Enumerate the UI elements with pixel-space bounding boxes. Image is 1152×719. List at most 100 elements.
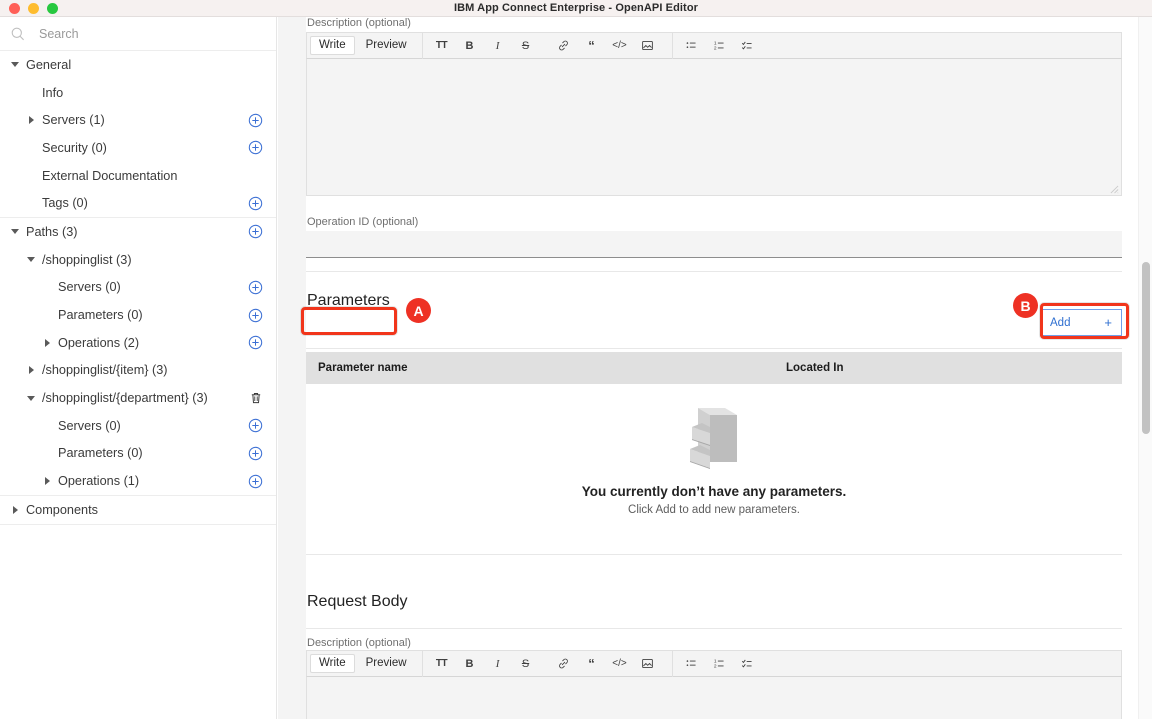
link-icon[interactable] bbox=[553, 653, 575, 675]
plus-circle-icon[interactable] bbox=[248, 418, 263, 433]
sidebar-item-label: Parameters (0) bbox=[58, 308, 143, 322]
toolbar-divider bbox=[422, 650, 423, 677]
operation-description-editor: Write Preview TT B I S “ </> bbox=[306, 32, 1122, 196]
sidebar-item-label: External Documentation bbox=[42, 169, 177, 183]
chevron-right-icon[interactable] bbox=[41, 475, 53, 487]
sidebar-search[interactable] bbox=[0, 17, 276, 51]
plus-circle-icon[interactable] bbox=[248, 446, 263, 461]
sidebar-item-shoppinglist-department-3[interactable]: /shoppinglist/{department} (3) bbox=[0, 384, 276, 412]
parameters-add-button[interactable]: Add + bbox=[1040, 309, 1122, 336]
sidebar: GeneralInfoServers (1) Security (0) Extern… bbox=[0, 17, 277, 719]
window-title: IBM App Connect Enterprise - OpenAPI Edi… bbox=[0, 2, 1152, 14]
trash-icon[interactable] bbox=[248, 391, 263, 406]
sidebar-item-label: Operations (2) bbox=[58, 336, 139, 350]
request-body-description-textarea[interactable] bbox=[306, 677, 1122, 719]
sidebar-item-paths-3[interactable]: Paths (3) bbox=[0, 218, 276, 246]
sidebar-item-servers-0[interactable]: Servers (0) bbox=[0, 274, 276, 302]
sidebar-item-operations-2[interactable]: Operations (2) bbox=[0, 329, 276, 357]
plus-circle-icon[interactable] bbox=[248, 474, 263, 489]
numbered-list-icon[interactable]: 12 bbox=[709, 35, 731, 57]
plus-circle-icon[interactable] bbox=[248, 280, 263, 295]
chevron-down-icon[interactable] bbox=[9, 226, 21, 238]
markdown-preview-tab[interactable]: Preview bbox=[357, 36, 416, 55]
resize-handle-icon[interactable] bbox=[1110, 185, 1119, 194]
sidebar-group: Paths (3)/shoppinglist (3)Servers (0)Par… bbox=[0, 218, 276, 496]
sidebar-item-label: Parameters (0) bbox=[58, 446, 143, 460]
chevron-down-icon[interactable] bbox=[9, 59, 21, 71]
sidebar-item-shoppinglist-item-3[interactable]: /shoppinglist/{item} (3) bbox=[0, 357, 276, 385]
operation-description-label: Description (optional) bbox=[306, 17, 1122, 29]
sidebar-item-operations-1[interactable]: Operations (1) bbox=[0, 467, 276, 495]
code-icon[interactable]: </> bbox=[609, 35, 631, 57]
sidebar-item-shoppinglist-3[interactable]: /shoppinglist (3) bbox=[0, 246, 276, 274]
bulleted-list-icon[interactable] bbox=[681, 35, 703, 57]
code-icon[interactable]: </> bbox=[609, 653, 631, 675]
operation-id-input[interactable] bbox=[306, 231, 1122, 258]
window-controls bbox=[9, 3, 58, 14]
sidebar-item-label: /shoppinglist/{item} (3) bbox=[42, 363, 168, 377]
bold-icon[interactable]: B bbox=[459, 35, 481, 57]
sidebar-item-label: Security (0) bbox=[42, 141, 107, 155]
section-divider bbox=[306, 271, 1122, 272]
quote-icon[interactable]: “ bbox=[581, 35, 603, 57]
close-button[interactable] bbox=[9, 3, 20, 14]
quote-icon[interactable]: “ bbox=[581, 653, 603, 675]
markdown-toolbar: Write Preview TT B I S “ </> bbox=[306, 650, 1122, 677]
operation-id-label: Operation ID (optional) bbox=[306, 216, 1122, 228]
chevron-right-icon[interactable] bbox=[9, 504, 21, 516]
sidebar-item-info[interactable]: Info bbox=[0, 79, 276, 107]
strikethrough-icon[interactable]: S bbox=[515, 653, 537, 675]
operation-description-textarea[interactable] bbox=[306, 59, 1122, 196]
sidebar-item-tags-0[interactable]: Tags (0) bbox=[0, 189, 276, 217]
plus-circle-icon[interactable] bbox=[248, 224, 263, 239]
sidebar-group: GeneralInfoServers (1) Security (0) Extern… bbox=[0, 51, 276, 218]
plus-circle-icon[interactable] bbox=[248, 308, 263, 323]
task-list-icon[interactable] bbox=[737, 653, 759, 675]
strikethrough-icon[interactable]: S bbox=[515, 35, 537, 57]
plus-circle-icon[interactable] bbox=[248, 196, 263, 211]
sidebar-item-servers-1[interactable]: Servers (1) bbox=[0, 106, 276, 134]
plus-circle-icon[interactable] bbox=[248, 113, 263, 128]
bold-icon[interactable]: B bbox=[459, 653, 481, 675]
minimize-button[interactable] bbox=[28, 3, 39, 14]
link-icon[interactable] bbox=[553, 35, 575, 57]
markdown-preview-tab[interactable]: Preview bbox=[357, 654, 416, 673]
sidebar-item-components[interactable]: Components bbox=[0, 496, 276, 524]
image-icon[interactable] bbox=[637, 653, 659, 675]
zoom-button[interactable] bbox=[47, 3, 58, 14]
sidebar-item-general[interactable]: General bbox=[0, 51, 276, 79]
task-list-icon[interactable] bbox=[737, 35, 759, 57]
sidebar-item-servers-0[interactable]: Servers (0) bbox=[0, 412, 276, 440]
plus-circle-icon[interactable] bbox=[248, 140, 263, 155]
numbered-list-icon[interactable]: 12 bbox=[709, 653, 731, 675]
bulleted-list-icon[interactable] bbox=[681, 653, 703, 675]
empty-drawer-icon bbox=[680, 405, 748, 473]
toolbar-divider bbox=[672, 32, 673, 59]
italic-icon[interactable]: I bbox=[487, 35, 509, 57]
markdown-write-tab[interactable]: Write bbox=[310, 36, 355, 55]
sidebar-item-external-documentation[interactable]: External Documentation bbox=[0, 162, 276, 190]
sidebar-item-parameters-0[interactable]: Parameters (0) bbox=[0, 301, 276, 329]
plus-circle-icon[interactable] bbox=[248, 335, 263, 350]
heading-icon[interactable]: TT bbox=[431, 653, 453, 675]
chevron-down-icon[interactable] bbox=[25, 392, 37, 404]
image-icon[interactable] bbox=[637, 35, 659, 57]
sidebar-group: Components bbox=[0, 496, 276, 525]
parameters-section-bottom-divider bbox=[306, 554, 1122, 555]
panel-gutter bbox=[278, 17, 306, 719]
toolbar-divider bbox=[422, 32, 423, 59]
main-scrollbar-track[interactable] bbox=[1138, 17, 1152, 719]
sidebar-item-security-0[interactable]: Security (0) bbox=[0, 134, 276, 162]
chevron-down-icon[interactable] bbox=[25, 254, 37, 266]
chevron-right-icon[interactable] bbox=[25, 114, 37, 126]
main-scrollbar-thumb[interactable] bbox=[1142, 262, 1150, 434]
markdown-write-tab[interactable]: Write bbox=[310, 654, 355, 673]
sidebar-item-parameters-0[interactable]: Parameters (0) bbox=[0, 440, 276, 468]
request-body-divider bbox=[306, 628, 1122, 629]
chevron-right-icon[interactable] bbox=[41, 337, 53, 349]
heading-icon[interactable]: TT bbox=[431, 35, 453, 57]
italic-icon[interactable]: I bbox=[487, 653, 509, 675]
search-input[interactable] bbox=[39, 27, 259, 41]
markdown-toolbar: Write Preview TT B I S “ </> bbox=[306, 32, 1122, 59]
chevron-right-icon[interactable] bbox=[25, 364, 37, 376]
